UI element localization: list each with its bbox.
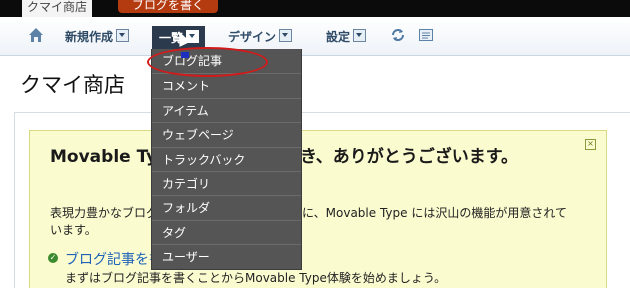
list-dropdown-menu: ブログ記事 コメント アイテム ウェブページ トラックバック カテゴリ フォルダ… xyxy=(151,49,302,270)
page-title: クマイ商店 xyxy=(20,73,125,97)
write-blog-button[interactable]: ブログを書く xyxy=(118,0,219,13)
menu-item-pages[interactable]: ウェブページ xyxy=(152,122,301,146)
cursor-shadow xyxy=(181,52,189,58)
menu-item-categories[interactable]: カテゴリ xyxy=(152,170,301,195)
write-blog-description: まずはブログ記事を書くことからMovable Type体験を始めましょう。 xyxy=(65,271,447,285)
welcome-title: Movable Typeをご利用いただき、ありがとうございます。 xyxy=(50,147,519,167)
view-site-icon[interactable] xyxy=(418,27,434,43)
menu-item-trackbacks[interactable]: トラックバック xyxy=(152,146,301,171)
top-bar: クマイ商店 ブログを書く xyxy=(0,0,630,17)
chevron-down-icon[interactable] xyxy=(353,29,367,42)
refresh-icon[interactable] xyxy=(390,27,406,43)
nav-new[interactable]: 新規作成 xyxy=(65,29,130,44)
check-icon: ✓ xyxy=(48,253,58,263)
menu-item-comments[interactable]: コメント xyxy=(152,73,301,97)
menu-item-folders[interactable]: フォルダ xyxy=(152,195,301,219)
nav-settings-label: 設定 xyxy=(326,30,351,44)
chevron-down-icon[interactable] xyxy=(116,29,130,42)
menu-item-tags[interactable]: タグ xyxy=(152,219,301,244)
nav-design[interactable]: デザイン xyxy=(228,29,293,44)
welcome-box: × Movable Typeをご利用いただき、ありがとうございます。 表現力豊か… xyxy=(29,130,607,288)
highlight-ring xyxy=(147,47,268,77)
nav-design-label: デザイン xyxy=(228,30,277,44)
menu-item-assets[interactable]: アイテム xyxy=(152,97,301,122)
navigation-bar: 新規作成 一覧 デザイン 設定 xyxy=(0,17,630,56)
chevron-down-icon[interactable] xyxy=(279,29,293,42)
site-name-tab[interactable]: クマイ商店 xyxy=(22,0,93,17)
nav-new-label: 新規作成 xyxy=(65,30,114,44)
menu-item-users[interactable]: ユーザー xyxy=(152,244,301,268)
welcome-body: 表現力豊かなブログやウェブサイトを作るために、Movable Type には沢山… xyxy=(50,206,567,237)
home-icon[interactable] xyxy=(28,27,44,43)
close-icon[interactable]: × xyxy=(585,139,596,150)
nav-settings[interactable]: 設定 xyxy=(326,29,367,44)
